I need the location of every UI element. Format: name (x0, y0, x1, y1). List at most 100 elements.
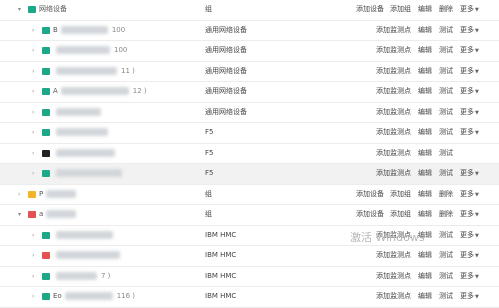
action-button[interactable]: 添加监测点 (376, 267, 411, 286)
device-row[interactable]: › IBM HMC 添加监测点 编辑 测试 更多▼ (0, 246, 499, 267)
caret-down-icon[interactable]: ▼ (475, 89, 479, 95)
action-more-button[interactable]: 更多▼ (460, 41, 479, 61)
action-label[interactable]: 测试 (439, 67, 453, 75)
action-button[interactable]: 添加组 (390, 185, 411, 204)
action-button[interactable]: 测试 (439, 82, 453, 101)
action-more-button[interactable]: 更多▼ (460, 205, 479, 225)
action-label[interactable]: 更多 (460, 231, 474, 239)
action-button[interactable]: 编辑 (418, 21, 432, 40)
action-label[interactable]: 删除 (439, 210, 453, 218)
action-button[interactable]: 编辑 (418, 103, 432, 122)
action-label[interactable]: 更多 (460, 169, 474, 177)
caret-down-icon[interactable]: ▼ (475, 233, 479, 239)
action-label[interactable]: 添加监测点 (376, 67, 411, 75)
action-button[interactable]: 添加监测点 (376, 103, 411, 122)
action-label[interactable]: 更多 (460, 272, 474, 280)
device-row[interactable]: › Eo 116 ) IBM HMC 添加监测点 编辑 测试 更多▼ (0, 287, 499, 308)
action-more-button[interactable]: 更多▼ (460, 123, 479, 143)
caret-down-icon[interactable]: ▼ (475, 294, 479, 300)
group-row[interactable]: ▾ a 组 添加设备 添加组 编辑 删除 更多▼ (0, 205, 499, 226)
action-button[interactable]: 删除 (439, 0, 453, 19)
action-label[interactable]: 更多 (460, 108, 474, 116)
action-label[interactable]: 测试 (439, 108, 453, 116)
action-label[interactable]: 测试 (439, 46, 453, 54)
action-more-button[interactable]: 更多▼ (460, 185, 479, 205)
action-label[interactable]: 编辑 (418, 128, 432, 136)
collapse-arrow-icon[interactable]: › (32, 164, 34, 183)
action-label[interactable]: 添加监测点 (376, 272, 411, 280)
action-more-button[interactable]: 更多▼ (460, 226, 479, 246)
action-button[interactable]: 添加设备 (356, 0, 384, 19)
action-label[interactable]: 添加设备 (356, 210, 384, 218)
action-more-button[interactable]: 更多▼ (460, 164, 479, 184)
action-label[interactable]: 添加组 (390, 210, 411, 218)
collapse-arrow-icon[interactable]: › (32, 123, 34, 142)
action-label[interactable]: 添加组 (390, 5, 411, 13)
action-label[interactable]: 更多 (460, 46, 474, 54)
action-label[interactable]: 添加设备 (356, 5, 384, 13)
action-label[interactable]: 添加监测点 (376, 87, 411, 95)
collapse-arrow-icon[interactable]: › (32, 287, 34, 306)
device-row[interactable]: › F5 添加监测点 编辑 测试 (0, 144, 499, 164)
collapse-arrow-icon[interactable]: › (32, 103, 34, 122)
action-button[interactable]: 测试 (439, 267, 453, 286)
action-more-button[interactable]: 更多▼ (460, 0, 479, 20)
action-button[interactable]: 测试 (439, 246, 453, 265)
action-button[interactable]: 添加监测点 (376, 62, 411, 81)
action-label[interactable]: 添加监测点 (376, 292, 411, 300)
action-label[interactable]: 编辑 (418, 292, 432, 300)
caret-down-icon[interactable]: ▼ (475, 48, 479, 54)
device-row[interactable]: › 11 ) 通用网络设备 添加监测点 编辑 测试 更多▼ (0, 62, 499, 82)
action-button[interactable]: 编辑 (418, 246, 432, 265)
action-button[interactable]: 添加监测点 (376, 164, 411, 183)
action-button[interactable]: 添加监测点 (376, 123, 411, 142)
action-button[interactable]: 编辑 (418, 144, 432, 163)
action-button[interactable]: 测试 (439, 164, 453, 183)
action-button[interactable]: 添加设备 (356, 185, 384, 204)
action-button[interactable]: 添加组 (390, 0, 411, 19)
action-label[interactable]: 添加监测点 (376, 169, 411, 177)
action-label[interactable]: 编辑 (418, 67, 432, 75)
action-more-button[interactable]: 更多▼ (460, 82, 479, 102)
collapse-arrow-icon[interactable]: › (32, 144, 34, 163)
action-button[interactable]: 删除 (439, 185, 453, 204)
action-label[interactable]: 编辑 (418, 26, 432, 34)
collapse-arrow-icon[interactable]: › (32, 82, 34, 101)
action-label[interactable]: 测试 (439, 87, 453, 95)
action-label[interactable]: 编辑 (418, 251, 432, 259)
group-row[interactable]: › P 组 添加设备 添加组 编辑 删除 更多▼ (0, 185, 499, 205)
action-label[interactable]: 添加监测点 (376, 108, 411, 116)
action-button[interactable]: 测试 (439, 287, 453, 306)
action-label[interactable]: 测试 (439, 128, 453, 136)
action-button[interactable]: 测试 (439, 226, 453, 245)
action-label[interactable]: 添加设备 (356, 190, 384, 198)
action-label[interactable]: 编辑 (418, 108, 432, 116)
action-button[interactable]: 编辑 (418, 123, 432, 142)
action-button[interactable]: 添加组 (390, 205, 411, 224)
caret-down-icon[interactable]: ▼ (475, 69, 479, 75)
action-label[interactable]: 编辑 (418, 149, 432, 157)
action-label[interactable]: 添加监测点 (376, 251, 411, 259)
action-label[interactable]: 测试 (439, 251, 453, 259)
action-label[interactable]: 更多 (460, 87, 474, 95)
action-more-button[interactable]: 更多▼ (460, 287, 479, 307)
action-button[interactable]: 添加监测点 (376, 287, 411, 306)
device-row[interactable]: › F5 添加监测点 编辑 测试 更多▼ (0, 164, 499, 185)
action-button[interactable]: 添加监测点 (376, 41, 411, 60)
action-label[interactable]: 编辑 (418, 210, 432, 218)
caret-down-icon[interactable]: ▼ (475, 171, 479, 177)
action-label[interactable]: 更多 (460, 210, 474, 218)
action-button[interactable]: 测试 (439, 41, 453, 60)
expand-arrow-icon[interactable]: ▾ (18, 205, 21, 224)
caret-down-icon[interactable]: ▼ (475, 212, 479, 218)
action-label[interactable]: 添加监测点 (376, 149, 411, 157)
action-label[interactable]: 删除 (439, 190, 453, 198)
caret-down-icon[interactable]: ▼ (475, 253, 479, 259)
action-button[interactable]: 编辑 (418, 62, 432, 81)
action-label[interactable]: 添加监测点 (376, 128, 411, 136)
caret-down-icon[interactable]: ▼ (475, 274, 479, 280)
collapse-arrow-icon[interactable]: › (32, 267, 34, 286)
action-more-button[interactable]: 更多▼ (460, 62, 479, 82)
action-button[interactable]: 测试 (439, 144, 453, 163)
action-more-button[interactable]: 更多▼ (460, 21, 479, 41)
